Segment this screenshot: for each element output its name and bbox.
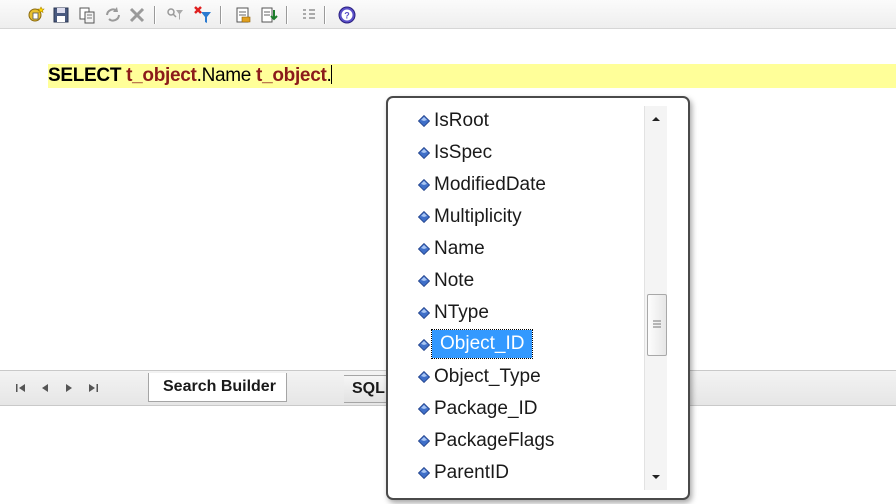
autocomplete-item-label: Package_ID <box>434 398 538 419</box>
refresh-icon[interactable] <box>102 4 124 26</box>
save-icon[interactable] <box>50 4 72 26</box>
autocomplete-item-label: Multiplicity <box>434 206 522 227</box>
field-diamond-icon <box>418 371 430 383</box>
field-diamond-icon <box>418 339 430 351</box>
import-icon[interactable] <box>258 4 280 26</box>
toolbar-separator <box>220 6 222 24</box>
autocomplete-item-label: IsSpec <box>434 142 493 163</box>
autocomplete-popup: IsRoot IsSpec ModifiedDate Multiplicity Name… <box>386 96 690 500</box>
new-search-icon[interactable] <box>26 4 48 26</box>
autocomplete-item-label: ModifiedDate <box>434 174 546 195</box>
autocomplete-item-label: Object_Type <box>434 366 541 387</box>
scrollbar-thumb[interactable] <box>647 294 667 356</box>
field-diamond-icon <box>418 179 430 191</box>
field-diamond-icon <box>418 115 430 127</box>
autocomplete-item-label: NType <box>434 302 489 323</box>
sql-table-name: t_object <box>256 65 327 86</box>
field-diamond-icon <box>418 211 430 223</box>
previous-tab-button[interactable] <box>38 381 52 395</box>
popup-scrollbar[interactable] <box>644 106 667 490</box>
field-diamond-icon <box>418 307 430 319</box>
field-diamond-icon <box>418 147 430 159</box>
autocomplete-item-label: ParentID <box>434 462 509 483</box>
grip-icon <box>653 320 661 328</box>
autocomplete-item-label: PackageFlags <box>434 430 555 451</box>
scroll-up-arrow-icon[interactable] <box>647 110 665 128</box>
field-diamond-icon <box>418 275 430 287</box>
clear-filter-icon[interactable] <box>192 4 214 26</box>
sql-keyword: SELECT <box>48 65 127 86</box>
text-caret <box>331 65 333 84</box>
next-tab-button[interactable] <box>62 381 76 395</box>
autocomplete-item-label: IsRoot <box>434 110 489 131</box>
toolbar-separator <box>154 6 156 24</box>
autocomplete-item-label: Object_ID <box>430 329 534 359</box>
toolbar: ? <box>0 0 896 29</box>
tab-search-builder[interactable]: Search Builder <box>148 373 287 402</box>
field-diamond-icon <box>418 435 430 447</box>
field-diamond-icon <box>418 403 430 415</box>
sql-table-name: t_object <box>126 65 197 86</box>
svg-text:?: ? <box>344 11 350 21</box>
autocomplete-item-label: Note <box>434 270 475 291</box>
field-diamond-icon <box>418 243 430 255</box>
toolbar-separator <box>286 6 288 24</box>
settings-icon[interactable] <box>298 4 320 26</box>
first-tab-button[interactable] <box>14 381 28 395</box>
field-diamond-icon <box>418 467 430 479</box>
last-tab-button[interactable] <box>86 381 100 395</box>
filter-icon[interactable] <box>164 4 186 26</box>
autocomplete-item-label: Name <box>434 238 485 259</box>
sql-current-line[interactable]: SELECT t_object.Name t_object. <box>48 64 896 88</box>
sql-column-name: .Name <box>196 65 257 86</box>
toolbar-separator <box>324 6 326 24</box>
help-icon[interactable]: ? <box>336 4 358 26</box>
sql-query-editor-window: ? SELECT t_object.Name t_object. Search … <box>0 0 896 504</box>
copy-icon[interactable] <box>76 4 98 26</box>
delete-icon[interactable] <box>126 4 148 26</box>
autocomplete-list[interactable]: IsRoot IsSpec ModifiedDate Multiplicity Name… <box>394 104 634 492</box>
scroll-down-arrow-icon[interactable] <box>647 468 665 486</box>
export-icon[interactable] <box>232 4 254 26</box>
